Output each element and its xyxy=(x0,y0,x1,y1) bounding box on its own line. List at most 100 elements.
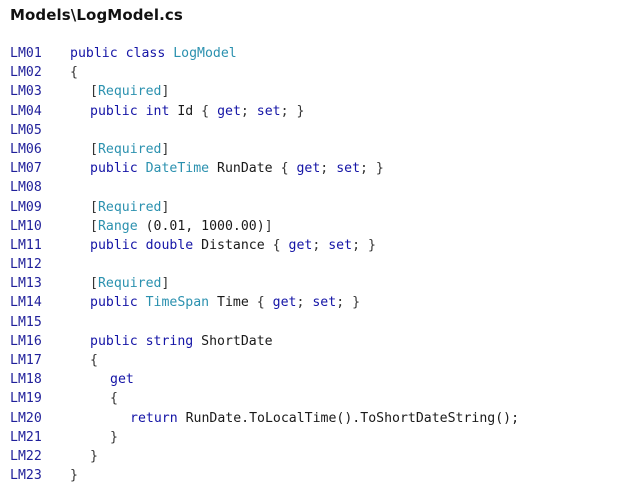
line-number: LM04 xyxy=(10,103,42,119)
punctuation-token: ; } xyxy=(280,103,305,119)
code-content: { xyxy=(70,63,78,82)
code-content: get xyxy=(70,370,134,389)
code-content: [Required] xyxy=(70,140,169,159)
punctuation-token: ; } xyxy=(352,237,376,253)
keyword-token: return xyxy=(130,410,186,426)
punctuation-token: } xyxy=(110,429,118,445)
keyword-token: set xyxy=(328,237,353,253)
punctuation-token: ; xyxy=(320,161,337,177)
identifier-token: (0.01, 1000.00) xyxy=(137,218,265,234)
code-content: public DateTime RunDate { get; set; } xyxy=(70,159,384,178)
punctuation-token: ] xyxy=(161,199,170,215)
punctuation-token: } xyxy=(90,448,98,464)
keyword-token: public class xyxy=(70,46,174,61)
line-number: LM13 xyxy=(10,276,42,292)
punctuation-token: [ xyxy=(90,218,98,234)
line-number: LM06 xyxy=(10,141,42,157)
punctuation-token: { xyxy=(110,391,118,407)
punctuation-token: { xyxy=(280,161,297,177)
keyword-token: public int xyxy=(90,103,178,119)
punctuation-token: { xyxy=(90,353,98,368)
line-number: LM23 xyxy=(10,468,42,484)
line-number: LM01 xyxy=(10,46,42,61)
line-number: LM21 xyxy=(10,429,42,445)
keyword-token: public xyxy=(90,295,146,311)
type-token: Required xyxy=(97,199,162,215)
punctuation-token: ; xyxy=(296,295,313,311)
code-content: return RunDate.ToLocalTime().ToShortDate… xyxy=(70,409,519,428)
keyword-token: get xyxy=(296,161,321,177)
line-number: LM02 xyxy=(10,65,42,81)
code-content: } xyxy=(70,447,98,466)
code-content: { xyxy=(70,389,118,408)
keyword-token: get xyxy=(217,103,241,119)
identifier-token: Distance xyxy=(201,237,273,253)
punctuation-token: ; } xyxy=(360,161,384,177)
type-token: DateTime xyxy=(145,161,210,177)
punctuation-token: [ xyxy=(90,276,98,292)
type-token: Required xyxy=(97,84,162,100)
code-content: } xyxy=(70,428,118,447)
code-content: [Required] xyxy=(70,274,169,293)
line-number: LM12 xyxy=(10,257,42,273)
code-content: [Range (0.01, 1000.00)] xyxy=(70,217,273,236)
line-number: LM17 xyxy=(10,353,42,368)
file-title: Models\LogModel.cs xyxy=(10,6,183,24)
type-token: LogModel xyxy=(173,46,237,61)
keyword-token: set xyxy=(312,295,337,311)
punctuation-token: ] xyxy=(161,141,170,157)
punctuation-token: [ xyxy=(90,141,98,157)
type-token: TimeSpan xyxy=(145,295,210,311)
punctuation-token: } xyxy=(70,468,78,484)
code-content: [Required] xyxy=(70,198,169,217)
identifier-token: Time xyxy=(209,295,257,311)
type-token: Range xyxy=(97,218,138,234)
keyword-token: set xyxy=(336,161,361,177)
line-number: LM08 xyxy=(10,180,42,196)
line-number: LM22 xyxy=(10,448,42,464)
identifier-token: ShortDate xyxy=(201,333,273,349)
keyword-token: public xyxy=(90,161,146,177)
punctuation-token: { xyxy=(201,103,218,119)
line-number: LM20 xyxy=(10,410,42,426)
punctuation-token: ; } xyxy=(336,295,361,311)
keyword-token: public string xyxy=(90,333,202,349)
code-content: { xyxy=(70,351,98,370)
punctuation-token: [ xyxy=(90,199,98,215)
code-content: public double Distance { get; set; } xyxy=(70,236,376,255)
keyword-token: public double xyxy=(90,237,202,253)
type-token: Required xyxy=(97,141,162,157)
code-content: [Required] xyxy=(70,82,169,101)
line-number: LM03 xyxy=(10,84,42,100)
identifier-token: RunDate.ToLocalTime().ToShortDateString(… xyxy=(185,410,520,426)
code-content: } xyxy=(70,466,78,485)
code-content: public class LogModel xyxy=(70,44,237,63)
punctuation-token: ] xyxy=(161,276,170,292)
punctuation-token: ] xyxy=(161,84,170,100)
code-content: public int Id { get; set; } xyxy=(70,102,304,121)
keyword-token: set xyxy=(256,103,281,119)
punctuation-token: [ xyxy=(90,84,98,100)
line-number: LM16 xyxy=(10,333,42,349)
punctuation-token: { xyxy=(256,295,273,311)
line-number: LM15 xyxy=(10,314,42,330)
line-number: LM19 xyxy=(10,391,42,407)
line-number: LM11 xyxy=(10,237,42,253)
line-number: LM10 xyxy=(10,218,42,234)
punctuation-token: ; xyxy=(240,103,257,119)
line-number: LM18 xyxy=(10,372,42,388)
code-content: public TimeSpan Time { get; set; } xyxy=(70,293,360,312)
line-number: LM05 xyxy=(10,122,42,138)
line-number: LM09 xyxy=(10,199,42,215)
punctuation-token: ] xyxy=(264,218,273,234)
keyword-token: get xyxy=(110,372,134,388)
identifier-token: Id xyxy=(177,103,202,119)
punctuation-token: { xyxy=(272,237,289,253)
line-number: LM14 xyxy=(10,295,42,311)
type-token: Required xyxy=(97,276,162,292)
line-number: LM07 xyxy=(10,161,42,177)
code-content: public string ShortDate xyxy=(70,332,273,351)
punctuation-token: { xyxy=(70,65,78,81)
keyword-token: get xyxy=(288,237,313,253)
identifier-token: RunDate xyxy=(209,161,281,177)
